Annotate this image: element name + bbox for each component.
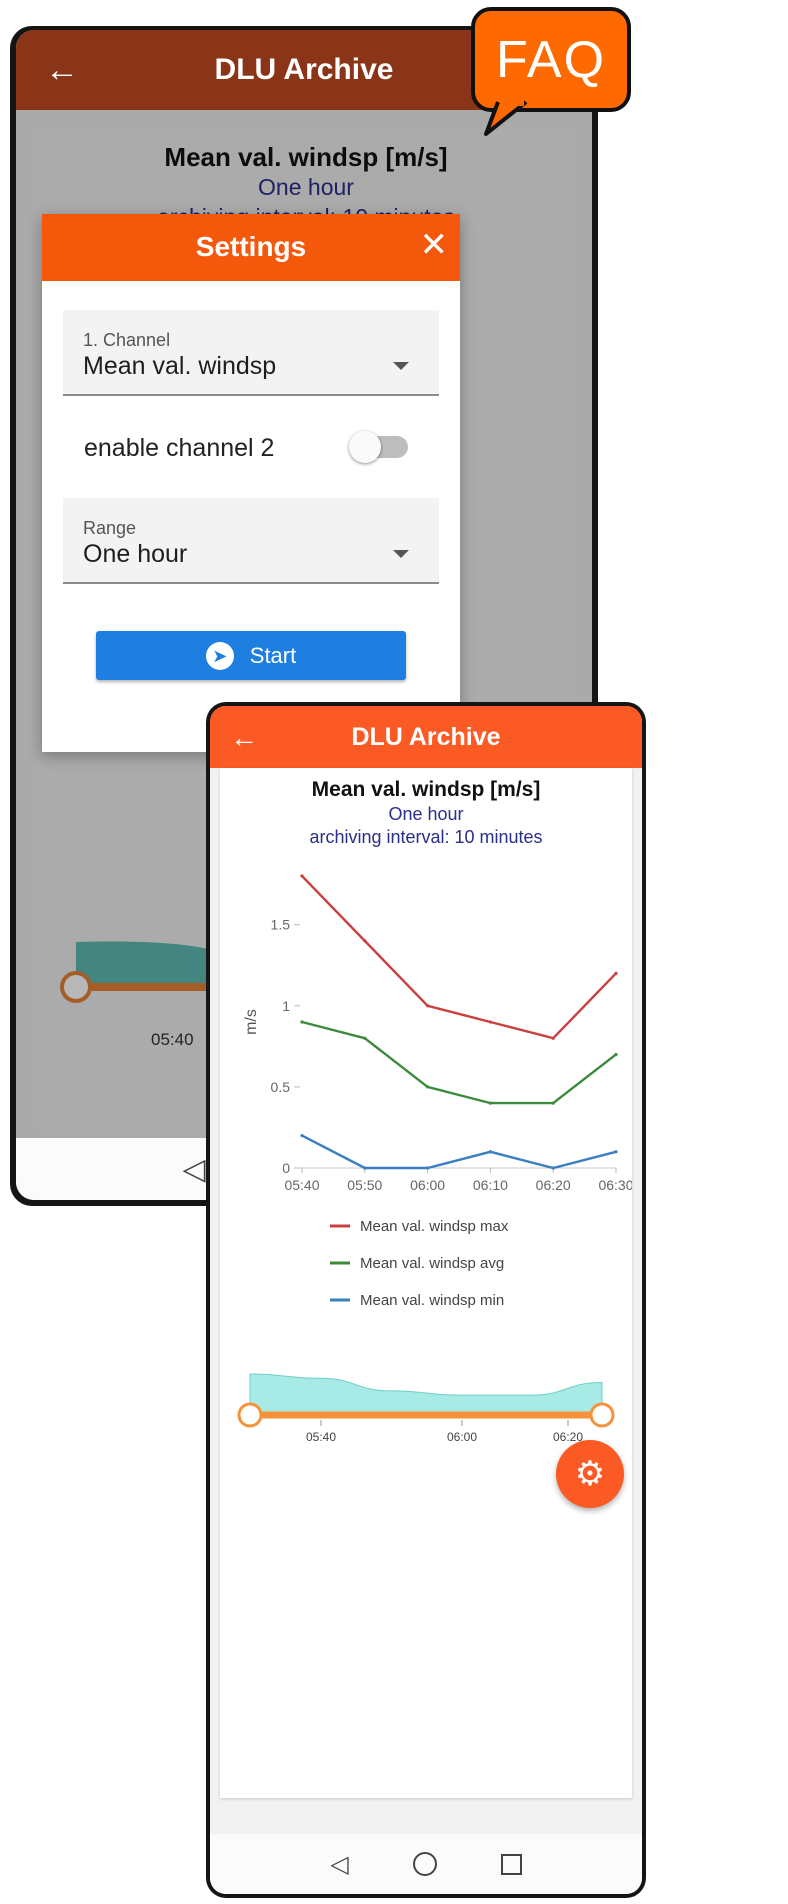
series-point <box>363 1166 367 1170</box>
channel-select-value: Mean val. windsp <box>83 352 277 380</box>
enable-channel2-toggle[interactable] <box>349 431 408 463</box>
channel-select-label: 1. Channel <box>83 330 171 350</box>
front-appbar-title: DLU Archive <box>351 722 501 751</box>
settings-header: Settings ✕ <box>42 214 460 281</box>
nav-home-icon[interactable] <box>412 1852 437 1876</box>
series-point <box>551 1036 555 1040</box>
series-point <box>300 874 304 878</box>
settings-title: Settings <box>195 231 307 262</box>
x-tick-label: 06:30 <box>598 1177 632 1193</box>
start-button-label: Start <box>249 642 297 668</box>
enable-channel2-label: enable channel 2 <box>84 434 275 462</box>
series-line-2 <box>301 1020 617 1105</box>
channel-select[interactable]: 1. Channel Mean val. windsp <box>63 310 439 396</box>
series-point <box>488 1020 492 1024</box>
x-tick-label: 05:50 <box>347 1177 382 1193</box>
series-point <box>488 1150 492 1154</box>
close-icon[interactable]: ✕ <box>420 228 449 262</box>
x-tick-label: 06:10 <box>473 1177 508 1193</box>
series-point <box>488 1101 492 1105</box>
x-tick-label: 06:00 <box>410 1177 445 1193</box>
slider-tick-label: 06:00 <box>447 1430 477 1444</box>
series-point <box>614 1052 618 1057</box>
series-line-3 <box>301 1134 617 1170</box>
series-point <box>426 1004 430 1008</box>
y-tick-label: 1 <box>282 998 290 1014</box>
chevron-down-icon <box>393 550 409 558</box>
range-area <box>249 1373 603 1413</box>
slider-tick-label: 05:40 <box>306 1430 336 1444</box>
faq-bubble-tail <box>484 100 528 136</box>
series-line-1 <box>301 875 617 1040</box>
legend-label: Mean val. windsp max <box>360 1218 509 1235</box>
y-axis-label: m/s <box>243 1009 260 1035</box>
series-point <box>300 1020 304 1024</box>
series-point <box>614 1150 618 1154</box>
faq-bubble[interactable]: FAQ <box>471 7 631 112</box>
series-point <box>363 939 367 943</box>
range-select[interactable]: Range One hour <box>63 498 439 584</box>
settings-dialog: Settings ✕ 1. Channel Mean val. windsp e… <box>42 214 460 752</box>
back-arrow-icon[interactable]: ← <box>42 50 82 90</box>
y-tick-label: 0 <box>282 1160 290 1176</box>
back-appbar-title: DLU Archive <box>214 53 394 86</box>
range-handle-left[interactable] <box>237 1402 263 1428</box>
nav-back-icon[interactable]: ◁ <box>182 1152 205 1187</box>
nav-recents-icon[interactable] <box>500 1853 522 1875</box>
front-phone-screen: ← DLU Archive Mean val. windsp [m/s] One… <box>210 706 642 1894</box>
run-icon: ➤ <box>205 641 234 670</box>
nav-back-icon[interactable]: ◁ <box>330 1850 348 1879</box>
series-point <box>426 1166 430 1170</box>
front-chart-range: One hour <box>388 804 464 824</box>
y-tick-label: 1.5 <box>271 917 291 933</box>
front-system-navbar: ◁ <box>210 1834 642 1894</box>
front-chart-card: Mean val. windsp [m/s] One hour archivin… <box>220 768 632 1798</box>
start-button[interactable]: ➤ Start <box>96 631 406 680</box>
x-tick-label: 05:40 <box>284 1177 319 1193</box>
series-point <box>551 1166 555 1170</box>
front-phone: ← DLU Archive Mean val. windsp [m/s] One… <box>206 702 646 1898</box>
front-chart-interval: archiving interval: 10 minutes <box>309 827 543 847</box>
series-point <box>614 971 618 975</box>
series-point <box>426 1085 430 1089</box>
x-tick-label: 06:20 <box>536 1177 571 1193</box>
range-select-value: One hour <box>83 540 188 568</box>
settings-fab[interactable]: ⚙ <box>556 1440 624 1508</box>
legend-label: Mean val. windsp avg <box>360 1255 504 1272</box>
front-appbar: ← DLU Archive <box>210 706 642 768</box>
range-handle-right[interactable] <box>589 1402 615 1428</box>
series-point <box>300 1133 304 1138</box>
windspeed-line-chart: 0 0.5 1 1.5 m/s 05:40 05:50 06:00 06:10 06:20 06:3… <box>243 874 632 1309</box>
series-point <box>363 1036 367 1040</box>
back-arrow-icon[interactable]: ← <box>224 718 264 758</box>
gear-icon: ⚙ <box>574 1455 606 1493</box>
legend-label: Mean val. windsp min <box>360 1292 504 1309</box>
series-point <box>551 1101 555 1105</box>
y-tick-label: 0.5 <box>271 1079 291 1095</box>
chevron-down-icon <box>393 362 409 370</box>
faq-label: FAQ <box>495 30 607 89</box>
range-select-label: Range <box>83 518 137 538</box>
toggle-thumb <box>349 431 381 463</box>
front-chart-title: Mean val. windsp [m/s] <box>311 778 541 801</box>
